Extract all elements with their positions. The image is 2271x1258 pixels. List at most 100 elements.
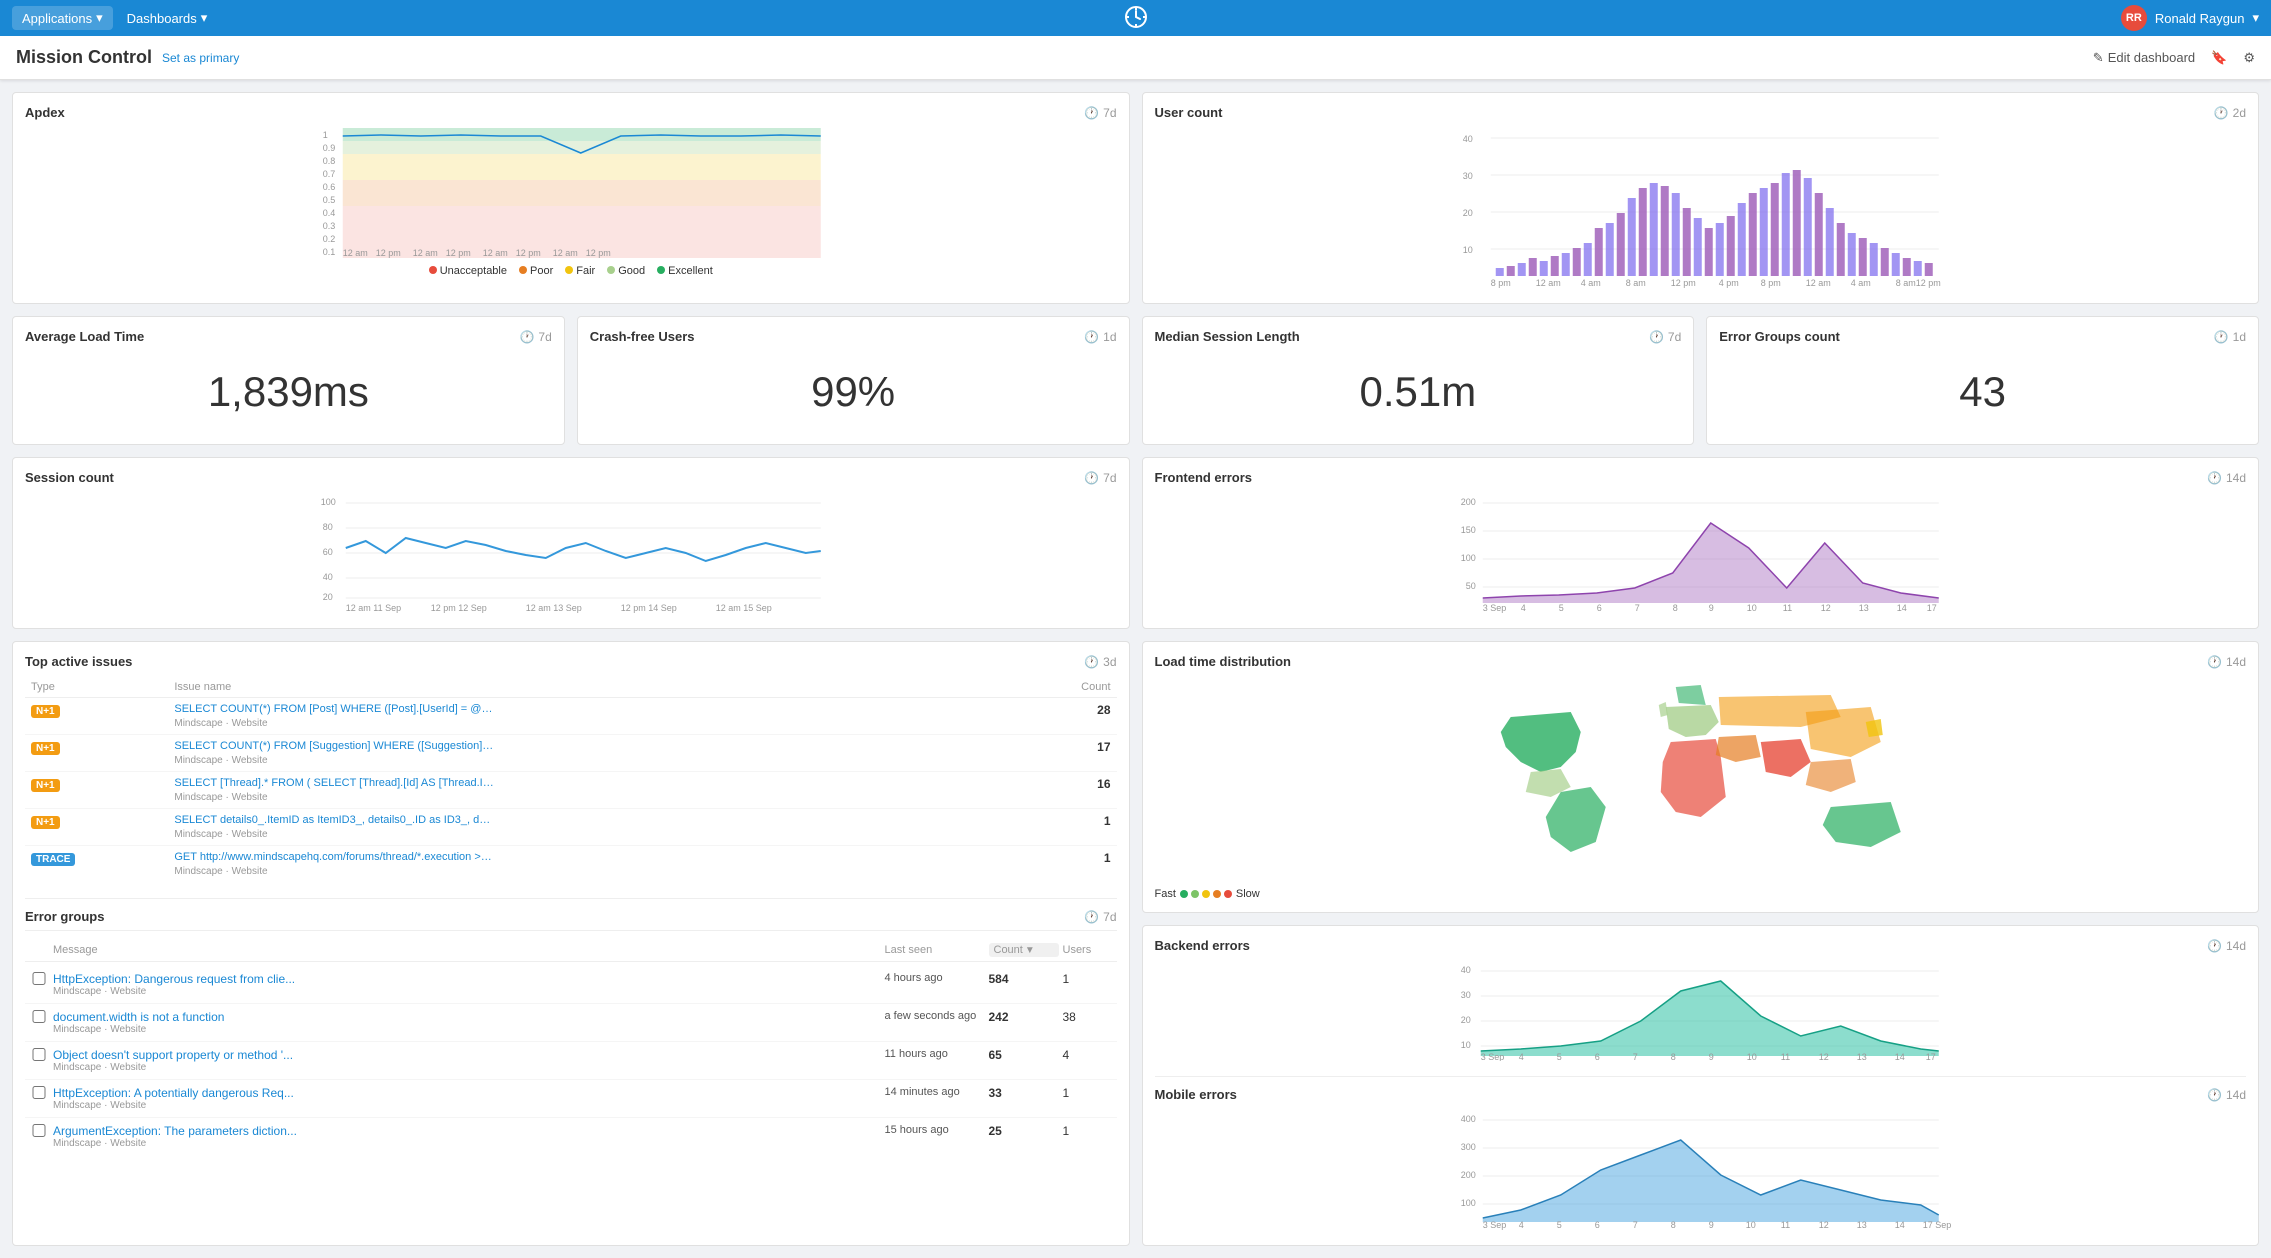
- eg-msg-1[interactable]: HttpException: Dangerous request from cl…: [53, 972, 881, 986]
- backend-errors-card: Backend errors 🕐 14d 40 30 20 10 3 Sep 4…: [1142, 925, 2260, 1246]
- svg-text:8 am: 8 am: [1895, 278, 1915, 288]
- frontend-errors-meta: 🕐 14d: [2207, 471, 2246, 485]
- error-groups-count-value: 43: [1719, 352, 2246, 432]
- apdex-title: Apdex: [25, 105, 65, 120]
- user-count-card: User count 🕐 2d 40 30 20 10: [1142, 92, 2260, 304]
- user-count-meta: 🕐 2d: [2214, 106, 2246, 120]
- legend-good: Good: [607, 265, 645, 277]
- eg-check-1[interactable]: [29, 972, 49, 985]
- error-groups-count-meta: 🕐 1d: [2214, 330, 2246, 344]
- set-primary-link[interactable]: Set as primary: [162, 51, 239, 65]
- user-count-period: 2d: [2233, 106, 2246, 120]
- issue-count-5: 1: [1011, 846, 1116, 883]
- user-name: Ronald Raygun: [2155, 11, 2245, 26]
- bookmark-icon[interactable]: 🔖: [2211, 50, 2227, 66]
- issue-name-5: GET http://www.mindscapehq.com/forums/th…: [168, 846, 1011, 883]
- eg-check-5[interactable]: [29, 1124, 49, 1137]
- load-time-header: Load time distribution 🕐 14d: [1155, 654, 2247, 669]
- svg-text:10: 10: [1462, 245, 1472, 255]
- top-issues-period: 3d: [1103, 655, 1116, 669]
- svg-text:8 pm: 8 pm: [1490, 278, 1510, 288]
- svg-text:8: 8: [1670, 1220, 1675, 1230]
- eg-msg-5[interactable]: ArgumentException: The parameters dictio…: [53, 1124, 881, 1138]
- map-dots: [1180, 890, 1232, 898]
- top-issues-clock: 🕐: [1084, 655, 1099, 669]
- svg-text:5: 5: [1558, 603, 1563, 613]
- svg-text:3 Sep: 3 Sep: [1482, 603, 1506, 613]
- median-session-card: Median Session Length 🕐 7d 0.51m: [1142, 316, 1695, 445]
- svg-text:200: 200: [1460, 1170, 1475, 1180]
- issue-count-4: 1: [1011, 809, 1116, 846]
- apdex-clock-icon: 🕐: [1084, 106, 1099, 120]
- svg-text:12 am 11 Sep: 12 am 11 Sep: [346, 603, 401, 613]
- svg-text:5: 5: [1556, 1220, 1561, 1230]
- eg-source-1: Mindscape · Website: [53, 986, 881, 997]
- eg-msg-2[interactable]: document.width is not a function: [53, 1010, 881, 1024]
- crash-free-meta: 🕐 1d: [1084, 330, 1116, 344]
- median-session-value: 0.51m: [1155, 352, 1682, 432]
- eg-msg-3[interactable]: Object doesn't support property or metho…: [53, 1048, 881, 1062]
- issues-col-name: Issue name: [168, 677, 1011, 698]
- issues-col-type: Type: [25, 677, 168, 698]
- error-groups-count-header: Error Groups count 🕐 1d: [1719, 329, 2246, 344]
- median-session-clock: 🕐: [1649, 330, 1664, 344]
- svg-text:0.8: 0.8: [323, 156, 336, 166]
- edit-dashboard-link[interactable]: ✎ Edit dashboard: [2093, 50, 2195, 66]
- dashboards-label: Dashboards: [127, 11, 197, 26]
- svg-text:17 Sep: 17 Sep: [1922, 1220, 1951, 1230]
- load-time-period: 14d: [2226, 655, 2246, 669]
- svg-text:0.4: 0.4: [323, 208, 336, 218]
- session-count-period: 7d: [1103, 471, 1116, 485]
- issue-count-2: 17: [1011, 735, 1116, 772]
- mobile-errors-period: 14d: [2226, 1088, 2246, 1102]
- svg-text:20: 20: [323, 592, 333, 602]
- svg-text:9: 9: [1708, 603, 1713, 613]
- top-issues-header: Top active issues 🕐 3d: [25, 654, 1117, 669]
- eg-msg-4[interactable]: HttpException: A potentially dangerous R…: [53, 1086, 881, 1100]
- eg-check-3[interactable]: [29, 1048, 49, 1061]
- svg-text:400: 400: [1460, 1114, 1475, 1124]
- dot-3: [1202, 890, 1210, 898]
- eg-check-4[interactable]: [29, 1086, 49, 1099]
- crash-free-clock: 🕐: [1084, 330, 1099, 344]
- svg-text:1: 1: [323, 130, 328, 140]
- nav-right: RR Ronald Raygun ▾: [2121, 5, 2259, 31]
- crash-free-period: 1d: [1103, 330, 1116, 344]
- eg-users-3: 4: [1063, 1048, 1113, 1062]
- eg-source-3: Mindscape · Website: [53, 1062, 881, 1073]
- svg-text:13: 13: [1856, 1052, 1866, 1061]
- apdex-header: Apdex 🕐 7d: [25, 105, 1117, 120]
- nav-center-logo: [1124, 5, 1148, 32]
- crash-free-value: 99%: [590, 352, 1117, 432]
- error-groups-header: Error groups 🕐 7d: [25, 909, 1117, 931]
- eg-row-4: HttpException: A potentially dangerous R…: [25, 1080, 1117, 1118]
- dashboards-menu[interactable]: Dashboards ▾: [117, 6, 218, 30]
- svg-text:11: 11: [1780, 1052, 1789, 1061]
- main-content: Apdex 🕐 7d 1 0.9 0.8 0.7 0.6 0.5 0.4 0.3…: [0, 80, 2271, 1258]
- svg-text:11: 11: [1780, 1220, 1789, 1230]
- user-count-title: User count: [1155, 105, 1223, 120]
- eg-count-col[interactable]: Count ▼: [989, 943, 1059, 957]
- svg-text:150: 150: [1460, 525, 1475, 535]
- svg-text:7: 7: [1632, 1220, 1637, 1230]
- svg-text:20: 20: [1460, 1015, 1470, 1025]
- backend-errors-header: Backend errors 🕐 14d: [1155, 938, 2247, 953]
- frontend-errors-chart: 200 150 100 50 3 Sep 4 5 6 7 8 9 10 11 1…: [1155, 493, 2247, 613]
- user-chevron: ▾: [2252, 10, 2259, 26]
- eg-count-1: 584: [989, 972, 1059, 986]
- eg-check-2[interactable]: [29, 1010, 49, 1023]
- svg-text:8: 8: [1670, 1052, 1675, 1061]
- top-nav: Applications ▾ Dashboards ▾ RR Ronald Ra…: [0, 0, 2271, 36]
- session-count-header: Session count 🕐 7d: [25, 470, 1117, 485]
- settings-icon[interactable]: ⚙: [2243, 50, 2255, 66]
- svg-text:12 pm: 12 pm: [586, 248, 611, 258]
- page-title: Mission Control: [16, 47, 152, 68]
- svg-text:80: 80: [323, 522, 333, 532]
- svg-text:7: 7: [1632, 1052, 1637, 1061]
- applications-menu[interactable]: Applications ▾: [12, 6, 113, 30]
- apdex-card: Apdex 🕐 7d 1 0.9 0.8 0.7 0.6 0.5 0.4 0.3…: [12, 92, 1130, 304]
- eg-count-2: 242: [989, 1010, 1059, 1024]
- issue-row-4: N+1 SELECT details0_.ItemID as ItemID3_,…: [25, 809, 1117, 846]
- apdex-meta: 🕐 7d: [1084, 106, 1116, 120]
- mobile-errors-title: Mobile errors: [1155, 1087, 1237, 1102]
